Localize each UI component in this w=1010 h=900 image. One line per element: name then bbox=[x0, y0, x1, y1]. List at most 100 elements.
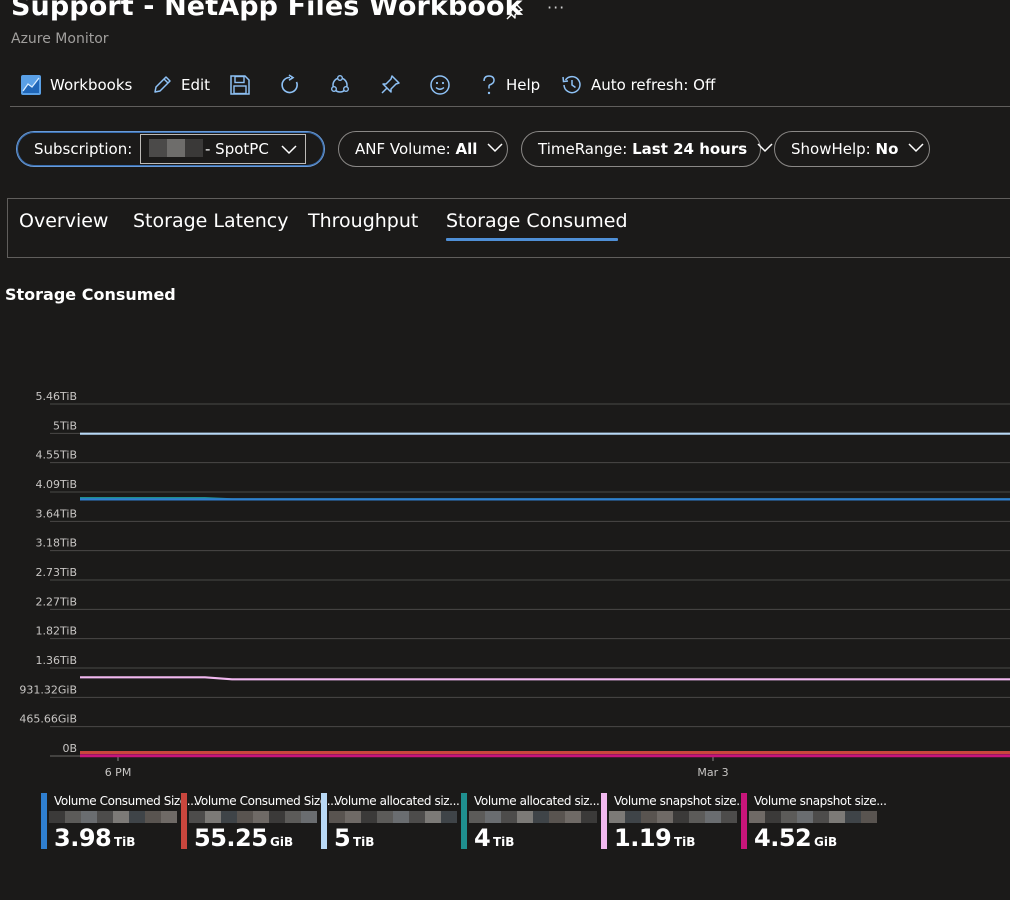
redacted-block bbox=[185, 139, 203, 157]
share-icon bbox=[329, 74, 351, 96]
redacted-block bbox=[161, 811, 177, 823]
more-options-icon[interactable]: ··· bbox=[547, 0, 565, 17]
y-tick-label: 931.32GiB bbox=[19, 683, 77, 696]
redacted-block bbox=[749, 811, 765, 823]
feedback-button[interactable] bbox=[429, 70, 451, 100]
redacted-block bbox=[425, 811, 441, 823]
legend-unit: TiB bbox=[493, 835, 515, 849]
redacted-block bbox=[625, 811, 641, 823]
redacted-block bbox=[533, 811, 549, 823]
redacted-block bbox=[113, 811, 129, 823]
workbooks-label: Workbooks bbox=[50, 76, 133, 94]
redacted-block bbox=[269, 811, 285, 823]
pin-button[interactable] bbox=[379, 70, 401, 100]
legend-series-name: Volume Consumed Size... bbox=[54, 794, 198, 808]
subscription-dropdown[interactable]: - SpotPC bbox=[140, 134, 306, 164]
refresh-button[interactable] bbox=[279, 70, 301, 100]
redacted-block bbox=[581, 811, 597, 823]
anf-volume-parameter[interactable]: ANF Volume: All bbox=[338, 131, 508, 167]
redacted-block bbox=[845, 811, 861, 823]
legend-item[interactable]: Volume snapshot size... 4.52 GiB bbox=[741, 793, 887, 852]
redacted-block bbox=[673, 811, 689, 823]
redacted-block bbox=[129, 811, 145, 823]
legend-color-swatch bbox=[741, 793, 747, 849]
legend-value: 3.98 bbox=[54, 824, 112, 852]
chevron-down-icon bbox=[907, 139, 925, 159]
pin-icon[interactable] bbox=[504, 2, 524, 22]
legend-color-swatch bbox=[41, 793, 47, 849]
smiley-icon bbox=[429, 74, 451, 96]
legend-series-name: Volume snapshot size... bbox=[614, 794, 747, 808]
timerange-label: TimeRange: bbox=[538, 140, 628, 158]
redacted-block bbox=[609, 811, 625, 823]
redacted-resource-name bbox=[749, 811, 877, 823]
redacted-block bbox=[549, 811, 565, 823]
auto-refresh-button[interactable]: Auto refresh: Off bbox=[561, 70, 715, 100]
subscription-label: Subscription: bbox=[34, 140, 133, 158]
redacted-block bbox=[689, 811, 705, 823]
redacted-block bbox=[765, 811, 781, 823]
help-button[interactable]: Help bbox=[480, 70, 540, 100]
save-button[interactable] bbox=[229, 70, 251, 100]
redacted-block bbox=[253, 811, 269, 823]
tab-storage-latency[interactable]: Storage Latency bbox=[133, 210, 288, 232]
redacted-block bbox=[329, 811, 345, 823]
redacted-block bbox=[167, 139, 185, 157]
workbooks-button[interactable]: Workbooks bbox=[20, 70, 132, 100]
redacted-block bbox=[813, 811, 829, 823]
redacted-resource-name bbox=[469, 811, 597, 823]
anf-volume-value: All bbox=[455, 140, 478, 158]
redacted-block bbox=[501, 811, 517, 823]
chevron-down-icon bbox=[280, 141, 298, 161]
y-tick-label: 4.09TiB bbox=[36, 478, 77, 491]
share-button[interactable] bbox=[329, 70, 351, 100]
edit-button[interactable]: Edit bbox=[151, 70, 210, 100]
save-icon bbox=[229, 74, 251, 96]
legend-series-name: Volume allocated siz... bbox=[334, 794, 460, 808]
y-tick-label: 465.66GiB bbox=[19, 713, 77, 726]
legend-unit: TiB bbox=[353, 835, 375, 849]
history-icon bbox=[561, 74, 583, 96]
legend-color-swatch bbox=[461, 793, 467, 849]
legend-color-swatch bbox=[601, 793, 607, 849]
redacted-block bbox=[237, 811, 253, 823]
redacted-block bbox=[97, 811, 113, 823]
pin-icon bbox=[379, 74, 401, 96]
redacted-block bbox=[469, 811, 485, 823]
legend-unit: TiB bbox=[674, 835, 696, 849]
legend-item[interactable]: Volume Consumed Size... 55.25 GiB bbox=[181, 793, 337, 852]
redacted-block bbox=[441, 811, 457, 823]
redacted-block bbox=[409, 811, 425, 823]
showhelp-parameter[interactable]: ShowHelp: No bbox=[774, 131, 930, 167]
legend-item[interactable]: Volume allocated siz... 5 TiB bbox=[321, 793, 460, 852]
redacted-block bbox=[721, 811, 737, 823]
legend-item[interactable]: Volume Consumed Size... 3.98 TiB bbox=[41, 793, 197, 852]
subscription-value: - SpotPC bbox=[205, 140, 269, 158]
timerange-parameter[interactable]: TimeRange: Last 24 hours bbox=[521, 131, 773, 167]
x-tick-label: 6 PM bbox=[105, 766, 132, 779]
redacted-block bbox=[189, 811, 205, 823]
y-tick-label: 1.82TiB bbox=[36, 625, 77, 638]
tab-overview[interactable]: Overview bbox=[19, 210, 108, 232]
redacted-resource-name bbox=[189, 811, 317, 823]
redacted-resource-name bbox=[609, 811, 737, 823]
chevron-down-icon bbox=[486, 139, 504, 159]
redacted-block bbox=[301, 811, 317, 823]
storage-consumed-chart: 0B 465.66GiB 931.32GiB 1.36TiB 1.82TiB 2.27Ti… bbox=[19, 390, 1010, 779]
redacted-block bbox=[861, 811, 877, 823]
tab-storage-consumed[interactable]: Storage Consumed bbox=[446, 210, 628, 232]
refresh-icon bbox=[279, 74, 301, 96]
legend-item[interactable]: Volume allocated siz... 4 TiB bbox=[461, 793, 600, 852]
legend-item[interactable]: Volume snapshot size... 1.19 TiB bbox=[601, 793, 747, 852]
y-tick-label: 5TiB bbox=[53, 419, 77, 432]
legend-unit: GiB bbox=[270, 835, 294, 849]
legend-series-name: Volume snapshot size... bbox=[754, 794, 887, 808]
tab-throughput[interactable]: Throughput bbox=[308, 210, 418, 232]
redacted-block bbox=[65, 811, 81, 823]
timerange-value: Last 24 hours bbox=[632, 140, 748, 158]
legend-value: 5 bbox=[334, 824, 351, 852]
redacted-block bbox=[149, 139, 167, 157]
redacted-block bbox=[797, 811, 813, 823]
legend-value: 4.52 bbox=[754, 824, 812, 852]
y-tick-label: 3.18TiB bbox=[36, 537, 77, 550]
